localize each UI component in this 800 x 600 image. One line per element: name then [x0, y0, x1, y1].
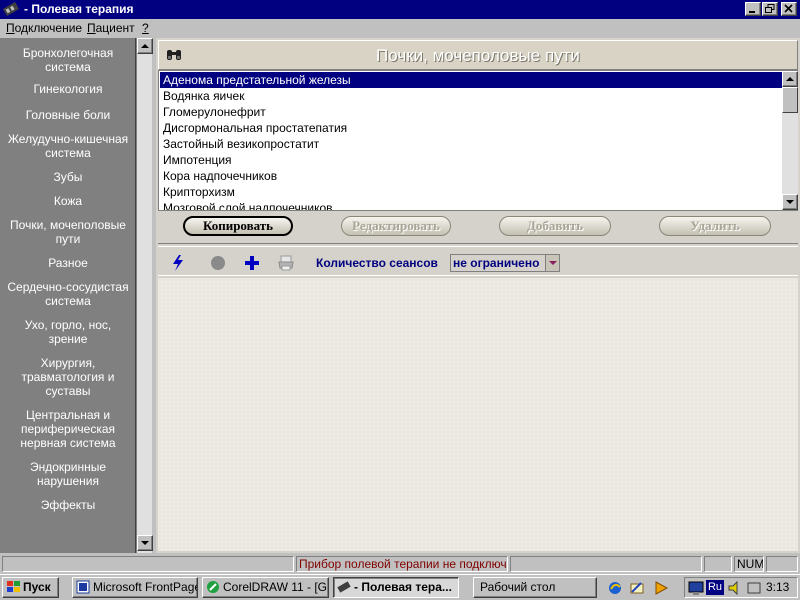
- frontpage-icon: [76, 580, 90, 594]
- list-item[interactable]: Застойный везикопростатит: [160, 136, 782, 152]
- task-field-therapy[interactable]: - Полевая тера...: [333, 577, 459, 598]
- sidebar-scrollbar[interactable]: [136, 38, 153, 553]
- list-scroll-down[interactable]: [782, 194, 798, 210]
- app-icon: [3, 2, 19, 16]
- arrow-up-icon: [141, 44, 149, 48]
- close-button[interactable]: [781, 2, 797, 16]
- panel-divider: [158, 243, 798, 247]
- menu-help[interactable]: ?: [142, 21, 149, 35]
- list-item[interactable]: Мозговой слой надпочечников: [160, 200, 782, 210]
- sidebar-item-headaches[interactable]: Головные боли: [0, 108, 136, 122]
- sidebar-item-endocrine[interactable]: Эндокринные нарушения: [0, 460, 136, 488]
- sidebar-item-kidneys[interactable]: Почки, мочеполовые пути: [0, 218, 136, 246]
- app-icon: [337, 581, 351, 593]
- list-scrollbar[interactable]: [782, 71, 798, 210]
- tray-app-icon[interactable]: [746, 580, 762, 596]
- task-frontpage[interactable]: Microsoft FrontPage...: [72, 577, 198, 598]
- start-button[interactable]: Пуск: [2, 577, 59, 598]
- task-label: CorelDRAW 11 - [G...: [223, 580, 329, 594]
- sidebar-item-gynecology[interactable]: Гинекология: [0, 82, 136, 96]
- volume-icon[interactable]: [727, 580, 743, 596]
- arrow-down-icon: [786, 200, 794, 204]
- plus-icon[interactable]: [243, 254, 261, 272]
- sidebar-item-effects[interactable]: Эффекты: [0, 498, 136, 512]
- sessions-value: не ограничено: [453, 256, 540, 270]
- status-panel-caps: [704, 556, 732, 572]
- task-label: Microsoft FrontPage...: [93, 580, 197, 594]
- menu-bar: Подключение Пациент ?: [0, 19, 800, 37]
- outlook-express-icon[interactable]: [629, 580, 645, 596]
- coreldraw-icon: [207, 581, 219, 593]
- lightning-icon[interactable]: [170, 254, 186, 272]
- add-button[interactable]: Добавить: [499, 216, 611, 236]
- list-item[interactable]: Крипторхизм: [160, 184, 782, 200]
- chevron-down-icon: [549, 261, 557, 265]
- window-title: - Полевая терапия: [24, 2, 134, 16]
- menu-patient[interactable]: Пациент: [87, 21, 135, 35]
- display-icon[interactable]: [688, 580, 704, 596]
- category-sidebar: Бронхолегочная система Гинекология Голов…: [0, 38, 136, 553]
- sidebar-scroll-up[interactable]: [137, 38, 153, 54]
- task-coreldraw[interactable]: CorelDRAW 11 - [G...: [202, 577, 329, 598]
- work-area: [158, 278, 798, 551]
- task-label: - Полевая тера...: [354, 580, 452, 594]
- edit-button[interactable]: Редактировать: [341, 216, 451, 236]
- sessions-dropdown[interactable]: не ограничено: [450, 254, 560, 272]
- arrow-up-icon: [786, 77, 794, 81]
- sidebar-scroll-down[interactable]: [137, 535, 153, 551]
- menu-connection[interactable]: Подключение: [6, 21, 82, 35]
- restore-icon: [765, 4, 775, 13]
- sessions-label: Количество сеансов: [316, 256, 438, 270]
- arrow-down-icon: [141, 541, 149, 545]
- disease-list[interactable]: Аденома предстательной железы Водянка яи…: [158, 70, 798, 211]
- desktop-toolbar[interactable]: Рабочий стол: [473, 577, 597, 598]
- status-panel-scroll: [766, 556, 798, 572]
- media-player-icon[interactable]: [653, 580, 669, 596]
- windows-logo-icon: [7, 581, 20, 592]
- printer-icon[interactable]: [277, 254, 295, 272]
- sidebar-item-nervous-system[interactable]: Центральная и периферическая нервная сис…: [0, 408, 136, 450]
- list-scroll-thumb[interactable]: [782, 87, 798, 113]
- sidebar-item-misc[interactable]: Разное: [0, 256, 136, 270]
- record-icon[interactable]: [209, 254, 227, 272]
- copy-button[interactable]: Копировать: [183, 216, 293, 236]
- sidebar-item-teeth[interactable]: Зубы: [0, 170, 136, 184]
- section-header: Почки, мочеполовые пути: [158, 40, 798, 70]
- list-item[interactable]: Гломерулонефрит: [160, 104, 782, 120]
- list-item[interactable]: Дисгормональная простатепатия: [160, 120, 782, 136]
- status-panel-empty: [2, 556, 294, 572]
- status-panel-blank: [510, 556, 702, 572]
- minimize-icon: [749, 11, 755, 13]
- internet-explorer-icon[interactable]: [607, 580, 623, 596]
- title-bar[interactable]: - Полевая терапия: [0, 0, 800, 19]
- list-item[interactable]: Импотенция: [160, 152, 782, 168]
- clock: 3:13: [766, 580, 790, 594]
- sidebar-item-surgery[interactable]: Хирургия, травматология и суставы: [0, 356, 136, 398]
- start-label: Пуск: [23, 580, 51, 594]
- list-scroll-up[interactable]: [782, 71, 798, 87]
- sidebar-item-cardiovascular[interactable]: Сердечно-сосудистая система: [0, 280, 136, 308]
- list-item[interactable]: Аденома предстательной железы: [160, 72, 782, 88]
- sessions-dropdown-arrow[interactable]: [545, 255, 559, 271]
- sidebar-item-ent[interactable]: Ухо, горло, нос, зрение: [0, 318, 136, 346]
- minimize-button[interactable]: [745, 2, 761, 16]
- section-title: Почки, мочеполовые пути: [376, 46, 580, 65]
- status-num: NUM: [734, 556, 764, 572]
- delete-button[interactable]: Удалить: [659, 216, 771, 236]
- sidebar-item-skin[interactable]: Кожа: [0, 194, 136, 208]
- sidebar-item-bronchopulmonary[interactable]: Бронхолегочная система: [0, 46, 136, 74]
- maximize-button[interactable]: [762, 2, 778, 16]
- sidebar-item-gastrointestinal[interactable]: Желудучно-кишечная система: [0, 132, 136, 160]
- list-item[interactable]: Кора надпочечников: [160, 168, 782, 184]
- desktop-label: Рабочий стол: [480, 580, 556, 594]
- close-icon: [784, 4, 793, 13]
- status-message: Прибор полевой терапии не подключен: [296, 556, 508, 572]
- language-indicator[interactable]: Ru: [706, 580, 724, 595]
- list-item[interactable]: Водянка яичек: [160, 88, 782, 104]
